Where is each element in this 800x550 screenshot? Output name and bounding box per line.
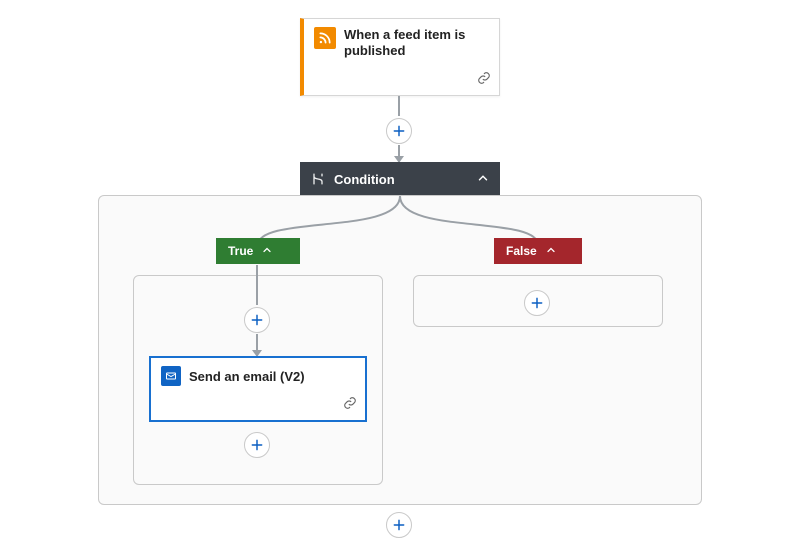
condition-icon [310,171,326,187]
connector-line [398,96,400,116]
add-step-button[interactable] [386,512,412,538]
add-step-button[interactable] [244,307,270,333]
action-card-send-email[interactable]: Send an email (V2) [149,356,367,422]
action-title: Send an email (V2) [189,369,305,384]
condition-title: Condition [334,172,476,187]
link-icon [343,396,357,415]
chevron-up-icon [261,244,273,259]
flow-canvas: When a feed item is published Condition [0,0,800,550]
trigger-card[interactable]: When a feed item is published [300,18,500,96]
connector-arrow [398,145,400,162]
condition-header[interactable]: Condition [300,162,500,196]
add-step-button[interactable] [244,432,270,458]
link-icon [477,71,491,90]
add-step-button[interactable] [386,118,412,144]
branch-true-header[interactable]: True [216,238,300,264]
outlook-icon [161,366,181,386]
chevron-up-icon [545,244,557,259]
branch-true-label: True [228,244,253,258]
chevron-up-icon [476,171,490,188]
connector-line [256,265,258,305]
branch-false-label: False [506,244,537,258]
connector-arrow [256,334,258,356]
add-step-button[interactable] [524,290,550,316]
branch-false-header[interactable]: False [494,238,582,264]
trigger-title: When a feed item is published [344,27,489,60]
rss-icon [314,27,336,49]
